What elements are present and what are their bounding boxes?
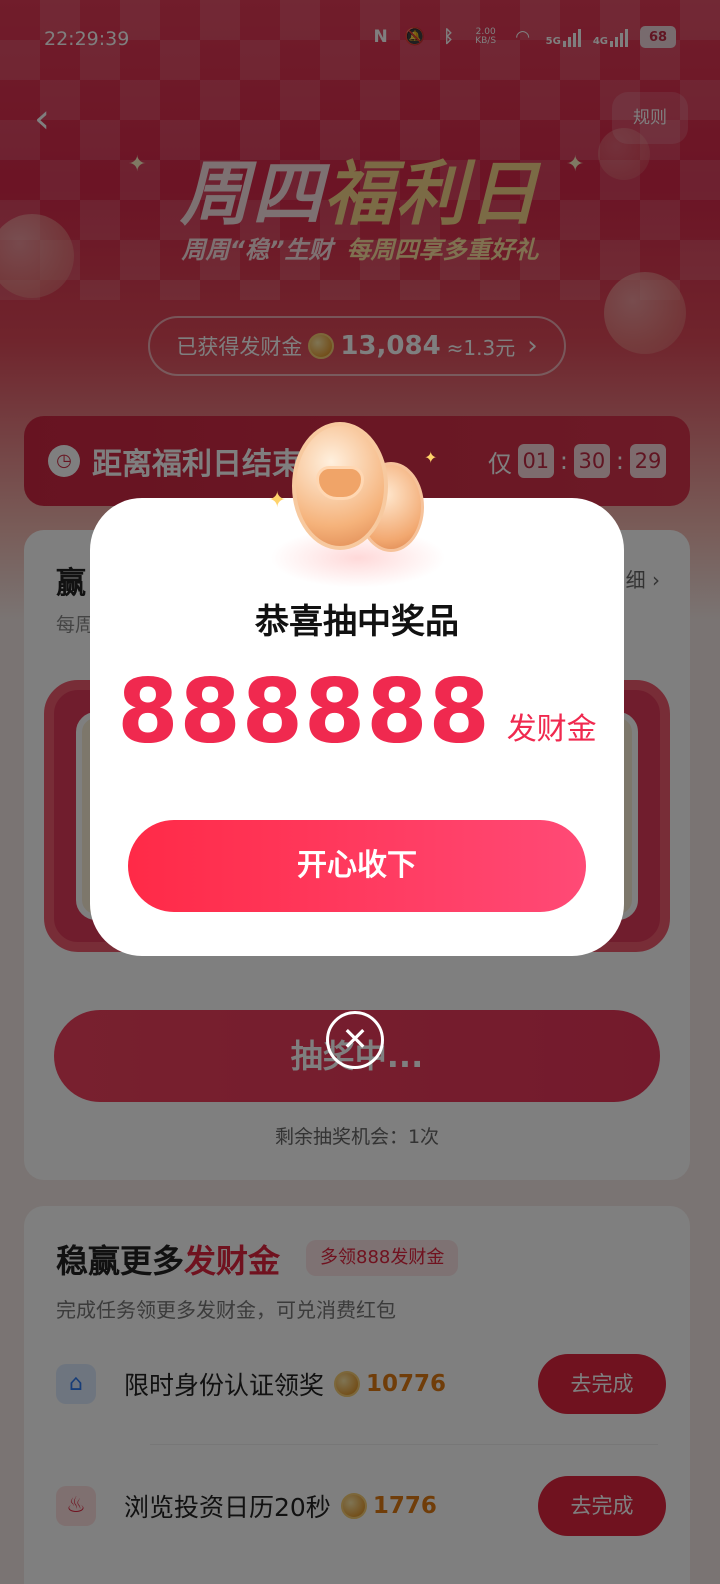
modal-title: 恭喜抽中奖品 [255,602,459,642]
gold-coins-icon: ✦ ✦ [268,418,438,558]
close-modal-button[interactable]: ✕ [326,1011,384,1069]
prize-display: 888888 发财金 [90,666,624,758]
close-icon: ✕ [341,1020,369,1058]
sparkle-icon: ✦ [268,488,287,513]
prize-amount: 888888 [117,660,491,763]
ingot-emblem [316,466,364,500]
prize-unit: 发财金 [506,712,597,747]
prize-modal: 恭喜抽中奖品 888888 发财金 开心收下 [90,498,624,956]
sparkle-icon: ✦ [424,448,438,467]
accept-prize-button[interactable]: 开心收下 [128,820,586,912]
